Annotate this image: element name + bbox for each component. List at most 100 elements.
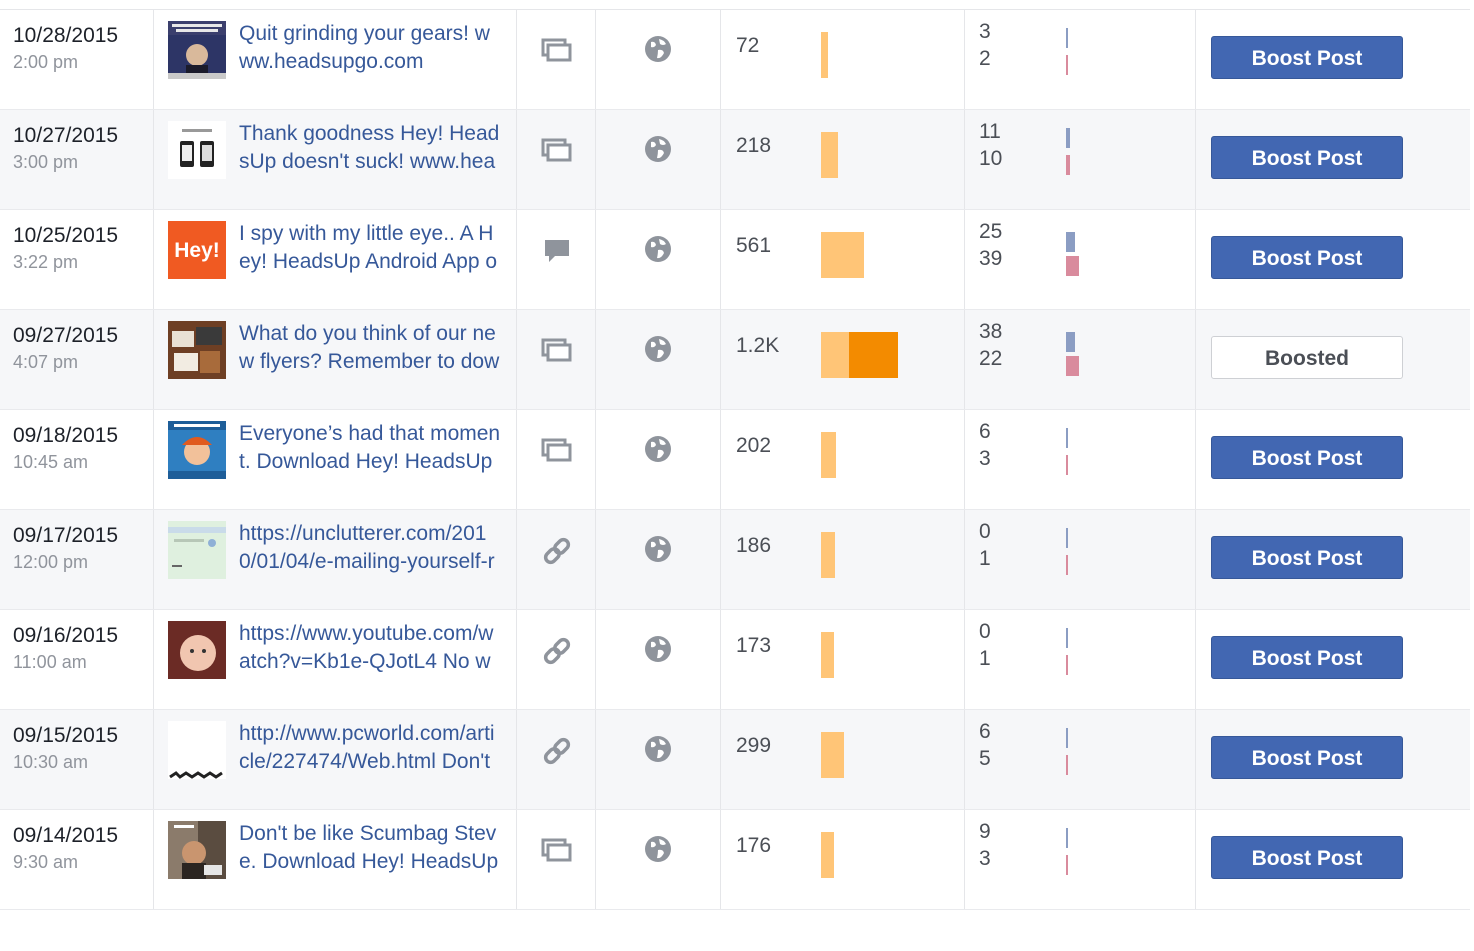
album-icon [540, 34, 574, 68]
post-text-line-1: Everyone’s had that momen [239, 422, 501, 445]
reach-bar-organic [821, 232, 864, 278]
album-icon [540, 834, 574, 868]
column-divider [516, 510, 517, 609]
pcworld-thumbnail[interactable] [168, 721, 226, 779]
phones-thumbnail[interactable] [168, 121, 226, 179]
column-divider [964, 710, 965, 809]
boost-post-button[interactable]: Boost Post [1211, 736, 1403, 779]
post-text-link[interactable]: I spy with my little eye.. A H ey! Heads… [239, 220, 507, 278]
webpage-thumbnail[interactable] [168, 521, 226, 579]
table-row: 10/28/2015 2:00 pm Quit grinding your ge… [0, 10, 1470, 110]
post-text-line-1: Thank goodness Hey! Head [239, 122, 500, 145]
engagement-bar-bottom [1066, 855, 1068, 875]
post-text-line-1: https://www.youtube.com/w [239, 622, 494, 645]
reach-bar-organic [821, 132, 838, 178]
engagement-bar-top [1066, 828, 1068, 848]
boost-post-button[interactable]: Boost Post [1211, 236, 1403, 279]
boost-post-button[interactable]: Boost Post [1211, 836, 1403, 879]
scumbag-steve-thumbnail[interactable] [168, 821, 226, 879]
boost-post-button[interactable]: Boost Post [1211, 36, 1403, 79]
column-divider [516, 810, 517, 909]
column-divider [595, 10, 596, 109]
table-row: 09/15/2015 10:30 am http://www.pcworld.c… [0, 710, 1470, 810]
column-divider [516, 110, 517, 209]
column-divider [153, 510, 154, 609]
reach-bar-organic [821, 32, 828, 78]
engagement-bar-bottom [1066, 155, 1070, 175]
post-text-link[interactable]: Everyone’s had that momen t. Download He… [239, 420, 507, 478]
post-text-link[interactable]: Thank goodness Hey! Head sUp doesn't suc… [239, 120, 507, 178]
post-text-link[interactable]: https://unclutterer.com/201 0/01/04/e-ma… [239, 520, 507, 578]
column-divider [516, 10, 517, 109]
column-divider [1195, 410, 1196, 509]
column-divider [964, 810, 965, 909]
column-divider [964, 610, 965, 709]
globe-icon [643, 34, 673, 64]
column-divider [720, 110, 721, 209]
column-divider [595, 610, 596, 709]
column-divider [1195, 210, 1196, 309]
engagement-bar-bottom [1066, 655, 1068, 675]
flyers-thumbnail[interactable] [168, 321, 226, 379]
column-divider [1195, 610, 1196, 709]
reach-bar-organic [821, 832, 834, 878]
post-text-link[interactable]: Don't be like Scumbag Stev e. Download H… [239, 820, 507, 878]
post-text-link[interactable]: https://www.youtube.com/w atch?v=Kb1e-QJ… [239, 620, 507, 678]
boost-post-button[interactable]: Boost Post [1211, 536, 1403, 579]
engagement-bar-top [1066, 628, 1068, 648]
fry-meme-thumbnail[interactable] [168, 421, 226, 479]
published-posts-table: 10/28/2015 2:00 pm Quit grinding your ge… [0, 9, 1470, 910]
engagement-bar-top [1066, 232, 1075, 252]
hey-logo-thumbnail[interactable]: Hey! [168, 221, 226, 279]
post-text-line-2: w flyers? Remember to dow [239, 350, 500, 373]
column-divider [516, 710, 517, 809]
post-text-line-2: sUp doesn't suck! www.hea [239, 150, 496, 173]
column-divider [595, 410, 596, 509]
column-divider [964, 210, 965, 309]
globe-icon [643, 134, 673, 164]
meme-dark-thumbnail[interactable] [168, 21, 226, 79]
baby-thumbnail[interactable] [168, 621, 226, 679]
engagement-bar-top [1066, 728, 1068, 748]
column-divider [153, 810, 154, 909]
column-divider [720, 10, 721, 109]
reach-bar-organic [821, 732, 844, 778]
svg-text:Hey!: Hey! [174, 239, 220, 262]
link-icon [540, 734, 574, 768]
column-divider [720, 710, 721, 809]
post-text-link[interactable]: http://www.pcworld.com/arti cle/227474/W… [239, 720, 507, 778]
reach-bar-organic [821, 332, 849, 378]
globe-icon [643, 534, 673, 564]
column-divider [595, 310, 596, 409]
column-divider [595, 210, 596, 309]
album-icon [540, 434, 574, 468]
column-divider [1195, 810, 1196, 909]
boost-post-button[interactable]: Boost Post [1211, 436, 1403, 479]
engagement-bar-bottom [1066, 55, 1068, 75]
engagement-bar-top [1066, 528, 1068, 548]
column-divider [964, 410, 965, 509]
link-icon [540, 534, 574, 568]
column-divider [153, 310, 154, 409]
post-text-link[interactable]: What do you think of our ne w flyers? Re… [239, 320, 507, 378]
column-divider [153, 10, 154, 109]
table-row: 10/25/2015 3:22 pm Hey! I spy with my li… [0, 210, 1470, 310]
column-divider [153, 210, 154, 309]
reach-bar-organic [821, 432, 836, 478]
post-text-line-2: ey! HeadsUp Android App o [239, 250, 498, 273]
post-text-line-2: e. Download Hey! HeadsUp [239, 850, 499, 873]
boost-post-button[interactable]: Boost Post [1211, 636, 1403, 679]
post-text-line-1: Quit grinding your gears! w [239, 22, 490, 45]
post-text-link[interactable]: Quit grinding your gears! w ww.headsupgo… [239, 20, 507, 78]
reach-count: 176 [736, 834, 772, 857]
boost-post-button[interactable]: Boost Post [1211, 136, 1403, 179]
engagement-bar-bottom [1066, 555, 1068, 575]
column-divider [1195, 310, 1196, 409]
post-text-line-1: http://www.pcworld.com/arti [239, 722, 495, 745]
post-text-line-1: https://unclutterer.com/201 [239, 522, 487, 545]
column-divider [153, 610, 154, 709]
column-divider [1195, 10, 1196, 109]
boosted-button[interactable]: Boosted [1211, 336, 1403, 379]
post-text-line-2: cle/227474/Web.html Don't [239, 750, 491, 773]
column-divider [1195, 710, 1196, 809]
